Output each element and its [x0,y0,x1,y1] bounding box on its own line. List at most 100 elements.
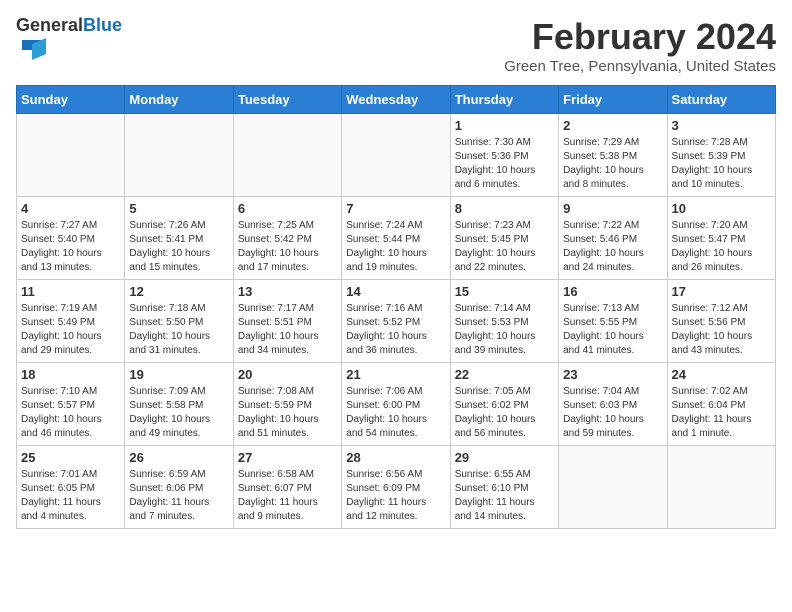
day-number: 10 [672,201,771,216]
weekday-header-sunday: Sunday [17,86,125,114]
day-info: Sunrise: 6:56 AM Sunset: 6:09 PM Dayligh… [346,468,445,524]
calendar-cell: 8 Sunrise: 7:23 AM Sunset: 5:45 PM Daylig… [450,197,558,280]
logo-general-text: General [16,15,83,35]
day-info: Sunrise: 7:28 AM Sunset: 5:39 PM Dayligh… [672,136,771,192]
day-info: Sunrise: 7:08 AM Sunset: 5:59 PM Dayligh… [238,385,337,441]
calendar-cell: 7Sunrise: 7:24 AM Sunset: 5:44 PM Daylig… [342,197,450,280]
calendar-cell: 28Sunrise: 6:56 AM Sunset: 6:09 PM Dayli… [342,446,450,529]
day-info: Sunrise: 7:16 AM Sunset: 5:52 PM Dayligh… [346,302,445,358]
day-info: Sunrise: 7:04 AM Sunset: 6:03 PM Dayligh… [563,385,662,441]
day-info: Sunrise: 7:01 AM Sunset: 6:05 PM Dayligh… [21,468,120,524]
day-number: 2 [563,118,662,133]
day-number: 4 [21,201,120,216]
weekday-header-wednesday: Wednesday [342,86,450,114]
calendar-cell: 27 Sunrise: 6:58 AM Sunset: 6:07 PM Dayli… [233,446,341,529]
day-number: 21 [346,367,445,382]
calendar-cell [559,446,667,529]
calendar-cell [17,114,125,197]
day-number: 12 [129,284,228,299]
day-number: 23 [563,367,662,382]
day-info: Sunrise: 7:13 AM Sunset: 5:55 PM Dayligh… [563,302,662,358]
calendar-cell: 5Sunrise: 7:26 AM Sunset: 5:41 PM Daylig… [125,197,233,280]
calendar-cell: 11 Sunrise: 7:19 AM Sunset: 5:49 PM Dayli… [17,280,125,363]
day-number: 20 [238,367,337,382]
calendar-cell: 13 Sunrise: 7:17 AM Sunset: 5:51 PM Dayli… [233,280,341,363]
day-number: 9 [563,201,662,216]
day-info: Sunrise: 7:09 AM Sunset: 5:58 PM Dayligh… [129,385,228,441]
calendar-cell: 19 Sunrise: 7:09 AM Sunset: 5:58 PM Dayli… [125,363,233,446]
day-info: Sunrise: 6:58 AM Sunset: 6:07 PM Dayligh… [238,468,337,524]
weekday-header-friday: Friday [559,86,667,114]
day-number: 13 [238,284,337,299]
calendar-cell: 24Sunrise: 7:02 AM Sunset: 6:04 PM Dayli… [667,363,775,446]
calendar-cell: 4Sunrise: 7:27 AM Sunset: 5:40 PM Daylig… [17,197,125,280]
calendar-week-row: 11 Sunrise: 7:19 AM Sunset: 5:49 PM Dayli… [17,280,776,363]
day-number: 19 [129,367,228,382]
calendar-week-row: 1 Sunrise: 7:30 AM Sunset: 5:36 PM Daylig… [17,114,776,197]
day-info: Sunrise: 7:22 AM Sunset: 5:46 PM Dayligh… [563,219,662,275]
month-title: February 2024 [504,16,776,58]
day-number: 6 [238,201,337,216]
calendar-cell: 9 Sunrise: 7:22 AM Sunset: 5:46 PM Daylig… [559,197,667,280]
calendar-week-row: 18Sunrise: 7:10 AM Sunset: 5:57 PM Dayli… [17,363,776,446]
day-number: 14 [346,284,445,299]
day-info: Sunrise: 7:14 AM Sunset: 5:53 PM Dayligh… [455,302,554,358]
day-info: Sunrise: 7:17 AM Sunset: 5:51 PM Dayligh… [238,302,337,358]
calendar-cell [342,114,450,197]
weekday-header-saturday: Saturday [667,86,775,114]
calendar-cell: 6 Sunrise: 7:25 AM Sunset: 5:42 PM Daylig… [233,197,341,280]
calendar-cell: 29 Sunrise: 6:55 AM Sunset: 6:10 PM Dayli… [450,446,558,529]
day-info: Sunrise: 6:55 AM Sunset: 6:10 PM Dayligh… [455,468,554,524]
day-number: 27 [238,450,337,465]
day-info: Sunrise: 7:20 AM Sunset: 5:47 PM Dayligh… [672,219,771,275]
calendar-cell: 25 Sunrise: 7:01 AM Sunset: 6:05 PM Dayli… [17,446,125,529]
day-info: Sunrise: 7:30 AM Sunset: 5:36 PM Dayligh… [455,136,554,192]
day-info: Sunrise: 7:25 AM Sunset: 5:42 PM Dayligh… [238,219,337,275]
calendar-cell: 26Sunrise: 6:59 AM Sunset: 6:06 PM Dayli… [125,446,233,529]
day-number: 8 [455,201,554,216]
weekday-header-monday: Monday [125,86,233,114]
calendar-cell: 21 Sunrise: 7:06 AM Sunset: 6:00 PM Dayli… [342,363,450,446]
day-info: Sunrise: 7:24 AM Sunset: 5:44 PM Dayligh… [346,219,445,275]
weekday-header-tuesday: Tuesday [233,86,341,114]
day-number: 26 [129,450,228,465]
calendar-cell [233,114,341,197]
calendar-cell [667,446,775,529]
calendar-week-row: 4Sunrise: 7:27 AM Sunset: 5:40 PM Daylig… [17,197,776,280]
page-header: GeneralBlue February 2024 Green Tree, Pe… [16,16,776,75]
day-info: Sunrise: 7:06 AM Sunset: 6:00 PM Dayligh… [346,385,445,441]
logo-blue-text: Blue [83,15,122,35]
day-number: 11 [21,284,120,299]
day-number: 24 [672,367,771,382]
calendar-cell: 14 Sunrise: 7:16 AM Sunset: 5:52 PM Dayli… [342,280,450,363]
day-info: Sunrise: 7:10 AM Sunset: 5:57 PM Dayligh… [21,385,120,441]
calendar-cell: 17 Sunrise: 7:12 AM Sunset: 5:56 PM Dayli… [667,280,775,363]
calendar-table: SundayMondayTuesdayWednesdayThursdayFrid… [16,85,776,529]
day-number: 17 [672,284,771,299]
location: Green Tree, Pennsylvania, United States [504,58,776,75]
calendar-cell: 20 Sunrise: 7:08 AM Sunset: 5:59 PM Dayli… [233,363,341,446]
day-number: 29 [455,450,554,465]
calendar-cell [125,114,233,197]
calendar-cell: 12 Sunrise: 7:18 AM Sunset: 5:50 PM Dayli… [125,280,233,363]
day-number: 5 [129,201,228,216]
calendar-cell: 18Sunrise: 7:10 AM Sunset: 5:57 PM Dayli… [17,363,125,446]
day-number: 1 [455,118,554,133]
logo: GeneralBlue [16,16,122,69]
day-number: 22 [455,367,554,382]
calendar-cell: 23 Sunrise: 7:04 AM Sunset: 6:03 PM Dayli… [559,363,667,446]
day-info: Sunrise: 7:29 AM Sunset: 5:38 PM Dayligh… [563,136,662,192]
calendar-cell: 15 Sunrise: 7:14 AM Sunset: 5:53 PM Dayli… [450,280,558,363]
calendar-cell: 2 Sunrise: 7:29 AM Sunset: 5:38 PM Daylig… [559,114,667,197]
weekday-header-thursday: Thursday [450,86,558,114]
day-number: 25 [21,450,120,465]
day-info: Sunrise: 7:23 AM Sunset: 5:45 PM Dayligh… [455,219,554,275]
calendar-cell: 3 Sunrise: 7:28 AM Sunset: 5:39 PM Daylig… [667,114,775,197]
day-number: 15 [455,284,554,299]
day-info: Sunrise: 7:19 AM Sunset: 5:49 PM Dayligh… [21,302,120,358]
calendar-week-row: 25 Sunrise: 7:01 AM Sunset: 6:05 PM Dayli… [17,446,776,529]
title-block: February 2024 Green Tree, Pennsylvania, … [504,16,776,75]
day-info: Sunrise: 7:12 AM Sunset: 5:56 PM Dayligh… [672,302,771,358]
day-info: Sunrise: 7:18 AM Sunset: 5:50 PM Dayligh… [129,302,228,358]
day-number: 3 [672,118,771,133]
